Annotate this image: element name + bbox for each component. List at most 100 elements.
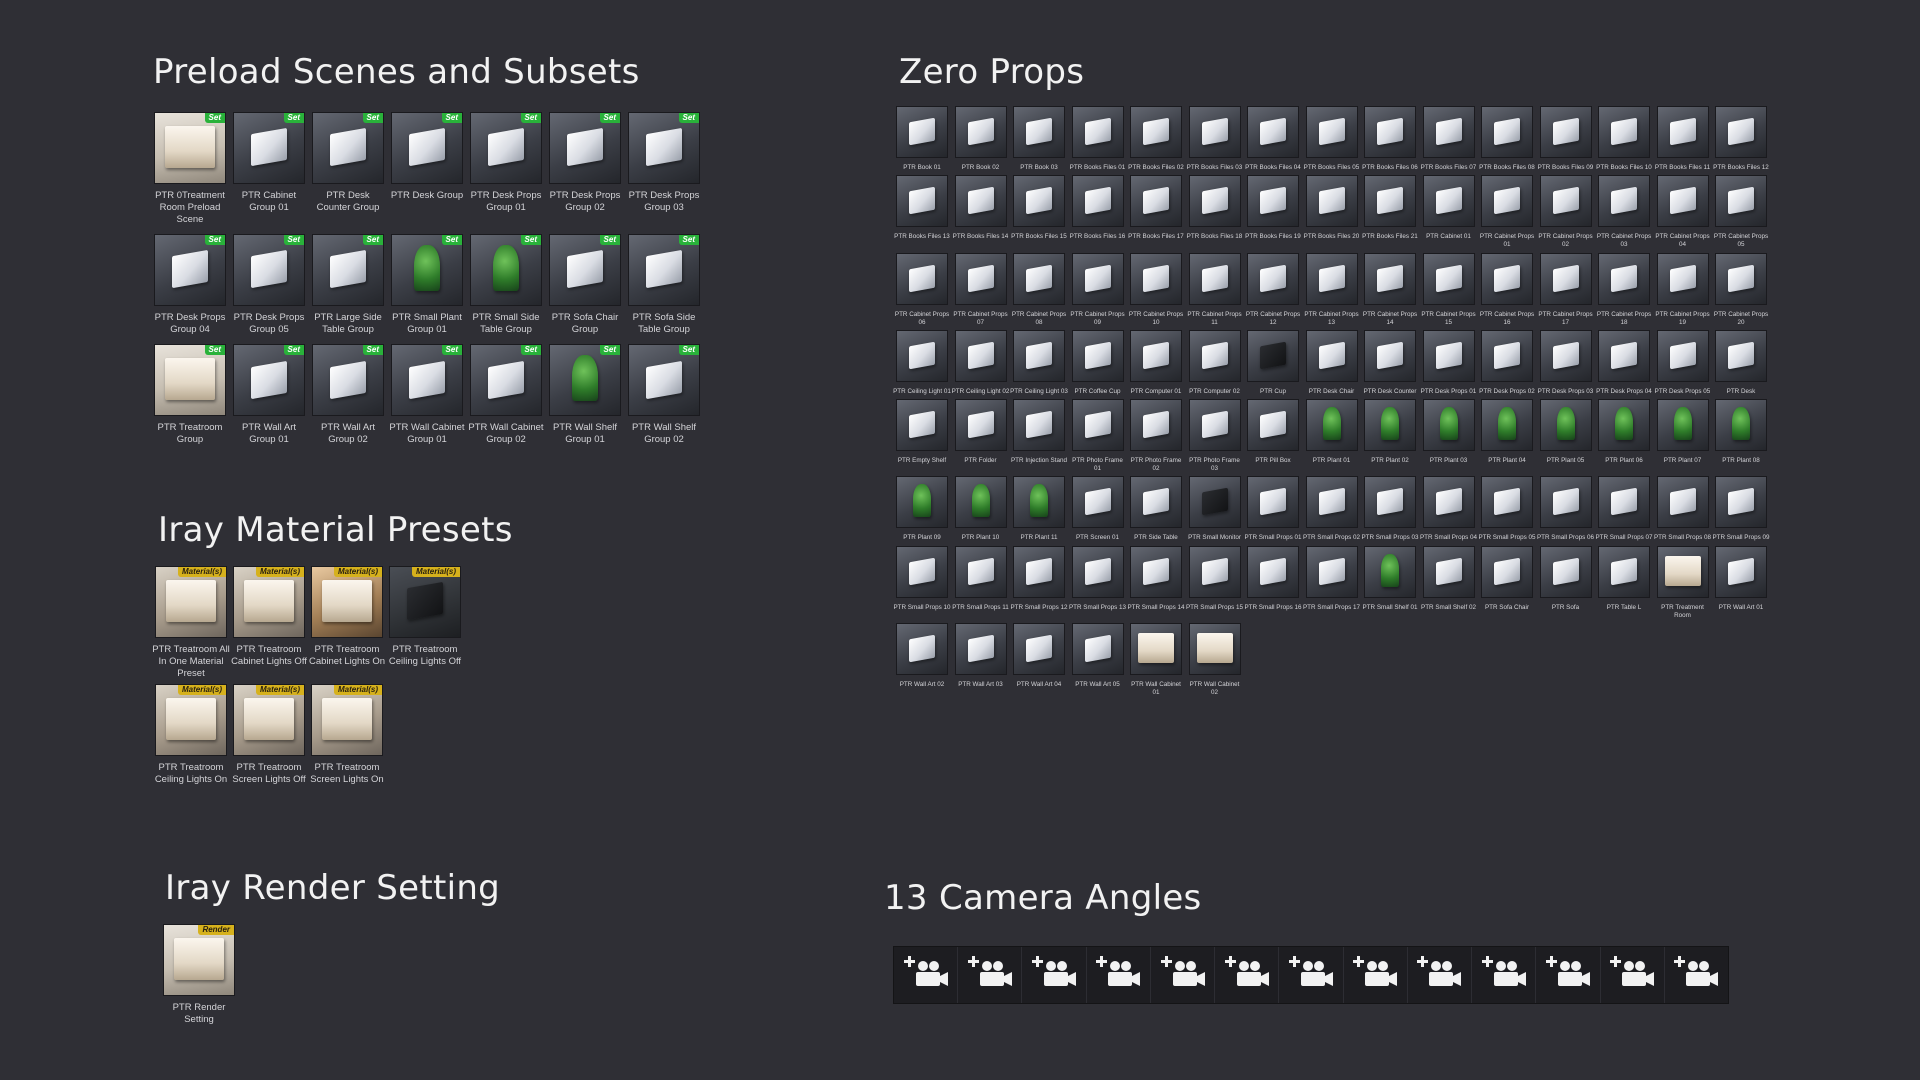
ptr-wall-art-04-tile[interactable]: PTR Wall Art 04 [1010, 622, 1068, 697]
ptr-treatroom-screen-lights-on-tile[interactable]: Material(s) PTR Treatroom Screen Lights O… [308, 684, 386, 786]
ptr-wall-art-05-tile[interactable]: PTR Wall Art 05 [1069, 622, 1127, 697]
ptr-desk-props-04-tile[interactable]: PTR Desk Props 04 [1595, 329, 1653, 396]
ptr-cabinet-props-19-tile[interactable]: PTR Cabinet Props 19 [1654, 252, 1712, 327]
ptr-small-props-17-tile[interactable]: PTR Small Props 17 [1303, 545, 1361, 620]
ptr-small-props-04-tile[interactable]: PTR Small Props 04 [1420, 476, 1478, 542]
ptr-wall-art-02-tile[interactable]: PTR Wall Art 02 [893, 622, 951, 697]
ptr-small-side-table-group-tile[interactable]: Set PTR Small Side Table Group [467, 234, 545, 336]
ptr-cabinet-props-10-tile[interactable]: PTR Cabinet Props 10 [1127, 252, 1185, 327]
ptr-books-files-10-tile[interactable]: PTR Books Files 10 [1595, 106, 1653, 172]
camera-angle-4[interactable] [1087, 947, 1151, 1003]
ptr-plant-08-tile[interactable]: PTR Plant 08 [1712, 399, 1770, 473]
ptr-small-props-09-tile[interactable]: PTR Small Props 09 [1712, 476, 1770, 542]
ptr-small-props-03-tile[interactable]: PTR Small Props 03 [1361, 476, 1419, 542]
ptr-wall-art-group-02-tile[interactable]: Set PTR Wall Art Group 02 [309, 344, 387, 446]
ptr-coffee-cup-tile[interactable]: PTR Coffee Cup [1069, 329, 1127, 396]
ptr-books-files-21-tile[interactable]: PTR Books Files 21 [1361, 175, 1419, 249]
ptr-books-files-05-tile[interactable]: PTR Books Files 05 [1303, 106, 1361, 172]
ptr-treatroom-group-tile[interactable]: Set PTR Treatroom Group [151, 344, 229, 446]
ptr-0treatment-room-preload-scene-tile[interactable]: Set PTR 0Treatment Room Preload Scene [151, 112, 229, 226]
ptr-wall-art-01-tile[interactable]: PTR Wall Art 01 [1712, 545, 1770, 620]
ptr-sofa-chair-group-tile[interactable]: Set PTR Sofa Chair Group [546, 234, 624, 336]
ptr-books-files-04-tile[interactable]: PTR Books Files 04 [1244, 106, 1302, 172]
ptr-plant-04-tile[interactable]: PTR Plant 04 [1478, 399, 1536, 473]
ptr-desk-props-group-01-tile[interactable]: Set PTR Desk Props Group 01 [467, 112, 545, 226]
ptr-small-props-16-tile[interactable]: PTR Small Props 16 [1244, 545, 1302, 620]
ptr-treatroom-all-in-one-material-preset-tile[interactable]: Material(s) PTR Treatroom All In One Mate… [152, 566, 230, 680]
ptr-books-files-16-tile[interactable]: PTR Books Files 16 [1069, 175, 1127, 249]
ptr-wall-cabinet-02-tile[interactable]: PTR Wall Cabinet 02 [1186, 622, 1244, 697]
camera-angle-8[interactable] [1344, 947, 1408, 1003]
ptr-plant-06-tile[interactable]: PTR Plant 06 [1595, 399, 1653, 473]
ptr-treatroom-ceiling-lights-off-tile[interactable]: Material(s) PTR Treatroom Ceiling Lights … [386, 566, 464, 680]
ptr-pill-box-tile[interactable]: PTR Pill Box [1244, 399, 1302, 473]
ptr-desk-group-tile[interactable]: Set PTR Desk Group [388, 112, 466, 226]
ptr-photo-frame-02-tile[interactable]: PTR Photo Frame 02 [1127, 399, 1185, 473]
ptr-small-props-11-tile[interactable]: PTR Small Props 11 [952, 545, 1010, 620]
ptr-plant-05-tile[interactable]: PTR Plant 05 [1537, 399, 1595, 473]
ptr-books-files-08-tile[interactable]: PTR Books Files 08 [1478, 106, 1536, 172]
ptr-side-table-tile[interactable]: PTR Side Table [1127, 476, 1185, 542]
ptr-books-files-02-tile[interactable]: PTR Books Files 02 [1127, 106, 1185, 172]
ptr-cabinet-props-11-tile[interactable]: PTR Cabinet Props 11 [1186, 252, 1244, 327]
ptr-computer-01-tile[interactable]: PTR Computer 01 [1127, 329, 1185, 396]
ptr-plant-02-tile[interactable]: PTR Plant 02 [1361, 399, 1419, 473]
ptr-small-monitor-tile[interactable]: PTR Small Monitor [1186, 476, 1244, 542]
ptr-cup-tile[interactable]: PTR Cup [1244, 329, 1302, 396]
ptr-cabinet-props-08-tile[interactable]: PTR Cabinet Props 08 [1010, 252, 1068, 327]
ptr-ceiling-light-03-tile[interactable]: PTR Ceiling Light 03 [1010, 329, 1068, 396]
ptr-render-setting-tile[interactable]: Render PTR Render Setting [160, 924, 238, 1026]
ptr-empty-shelf-tile[interactable]: PTR Empty Shelf [893, 399, 951, 473]
ptr-cabinet-props-16-tile[interactable]: PTR Cabinet Props 16 [1478, 252, 1536, 327]
ptr-cabinet-01-tile[interactable]: PTR Cabinet 01 [1420, 175, 1478, 249]
ptr-cabinet-props-05-tile[interactable]: PTR Cabinet Props 05 [1712, 175, 1770, 249]
ptr-books-files-17-tile[interactable]: PTR Books Files 17 [1127, 175, 1185, 249]
ptr-plant-07-tile[interactable]: PTR Plant 07 [1654, 399, 1712, 473]
ptr-desk-tile[interactable]: PTR Desk [1712, 329, 1770, 396]
ptr-large-side-table-group-tile[interactable]: Set PTR Large Side Table Group [309, 234, 387, 336]
camera-angle-2[interactable] [958, 947, 1023, 1003]
ptr-treatroom-screen-lights-off-tile[interactable]: Material(s) PTR Treatroom Screen Lights O… [230, 684, 308, 786]
ptr-books-files-19-tile[interactable]: PTR Books Files 19 [1244, 175, 1302, 249]
ptr-ceiling-light-01-tile[interactable]: PTR Ceiling Light 01 [893, 329, 951, 396]
ptr-small-props-14-tile[interactable]: PTR Small Props 14 [1127, 545, 1185, 620]
ptr-cabinet-props-12-tile[interactable]: PTR Cabinet Props 12 [1244, 252, 1302, 327]
ptr-cabinet-props-07-tile[interactable]: PTR Cabinet Props 07 [952, 252, 1010, 327]
ptr-wall-shelf-group-01-tile[interactable]: Set PTR Wall Shelf Group 01 [546, 344, 624, 446]
ptr-wall-cabinet-group-02-tile[interactable]: Set PTR Wall Cabinet Group 02 [467, 344, 545, 446]
ptr-books-files-07-tile[interactable]: PTR Books Files 07 [1420, 106, 1478, 172]
ptr-plant-11-tile[interactable]: PTR Plant 11 [1010, 476, 1068, 542]
camera-angle-9[interactable] [1408, 947, 1473, 1003]
ptr-book-03-tile[interactable]: PTR Book 03 [1010, 106, 1068, 172]
camera-angle-1[interactable] [894, 947, 959, 1003]
ptr-desk-props-05-tile[interactable]: PTR Desk Props 05 [1654, 329, 1712, 396]
ptr-computer-02-tile[interactable]: PTR Computer 02 [1186, 329, 1244, 396]
ptr-sofa-side-table-group-tile[interactable]: Set PTR Sofa Side Table Group [625, 234, 703, 336]
ptr-books-files-20-tile[interactable]: PTR Books Files 20 [1303, 175, 1361, 249]
ptr-small-props-01-tile[interactable]: PTR Small Props 01 [1244, 476, 1302, 542]
ptr-photo-frame-01-tile[interactable]: PTR Photo Frame 01 [1069, 399, 1127, 473]
camera-angle-10[interactable] [1472, 947, 1537, 1003]
ptr-cabinet-props-13-tile[interactable]: PTR Cabinet Props 13 [1303, 252, 1361, 327]
ptr-cabinet-group-01-tile[interactable]: Set PTR Cabinet Group 01 [230, 112, 308, 226]
ptr-books-files-09-tile[interactable]: PTR Books Files 09 [1537, 106, 1595, 172]
ptr-wall-shelf-group-02-tile[interactable]: Set PTR Wall Shelf Group 02 [625, 344, 703, 446]
ptr-desk-props-02-tile[interactable]: PTR Desk Props 02 [1478, 329, 1536, 396]
ptr-sofa-tile[interactable]: PTR Sofa [1537, 545, 1595, 620]
ptr-books-files-03-tile[interactable]: PTR Books Files 03 [1186, 106, 1244, 172]
ptr-books-files-14-tile[interactable]: PTR Books Files 14 [952, 175, 1010, 249]
ptr-cabinet-props-14-tile[interactable]: PTR Cabinet Props 14 [1361, 252, 1419, 327]
ptr-cabinet-props-18-tile[interactable]: PTR Cabinet Props 18 [1595, 252, 1653, 327]
camera-angle-11[interactable] [1536, 947, 1601, 1003]
ptr-plant-01-tile[interactable]: PTR Plant 01 [1303, 399, 1361, 473]
camera-angle-5[interactable] [1151, 947, 1216, 1003]
ptr-table-l-tile[interactable]: PTR Table L [1595, 545, 1653, 620]
ptr-books-files-11-tile[interactable]: PTR Books Files 11 [1654, 106, 1712, 172]
ptr-desk-props-01-tile[interactable]: PTR Desk Props 01 [1420, 329, 1478, 396]
ptr-treatroom-cabinet-lights-on-tile[interactable]: Material(s) PTR Treatroom Cabinet Lights … [308, 566, 386, 680]
ptr-books-files-13-tile[interactable]: PTR Books Files 13 [893, 175, 951, 249]
ptr-desk-props-03-tile[interactable]: PTR Desk Props 03 [1537, 329, 1595, 396]
ptr-small-props-10-tile[interactable]: PTR Small Props 10 [893, 545, 951, 620]
ptr-books-files-18-tile[interactable]: PTR Books Files 18 [1186, 175, 1244, 249]
ptr-folder-tile[interactable]: PTR Folder [952, 399, 1010, 473]
